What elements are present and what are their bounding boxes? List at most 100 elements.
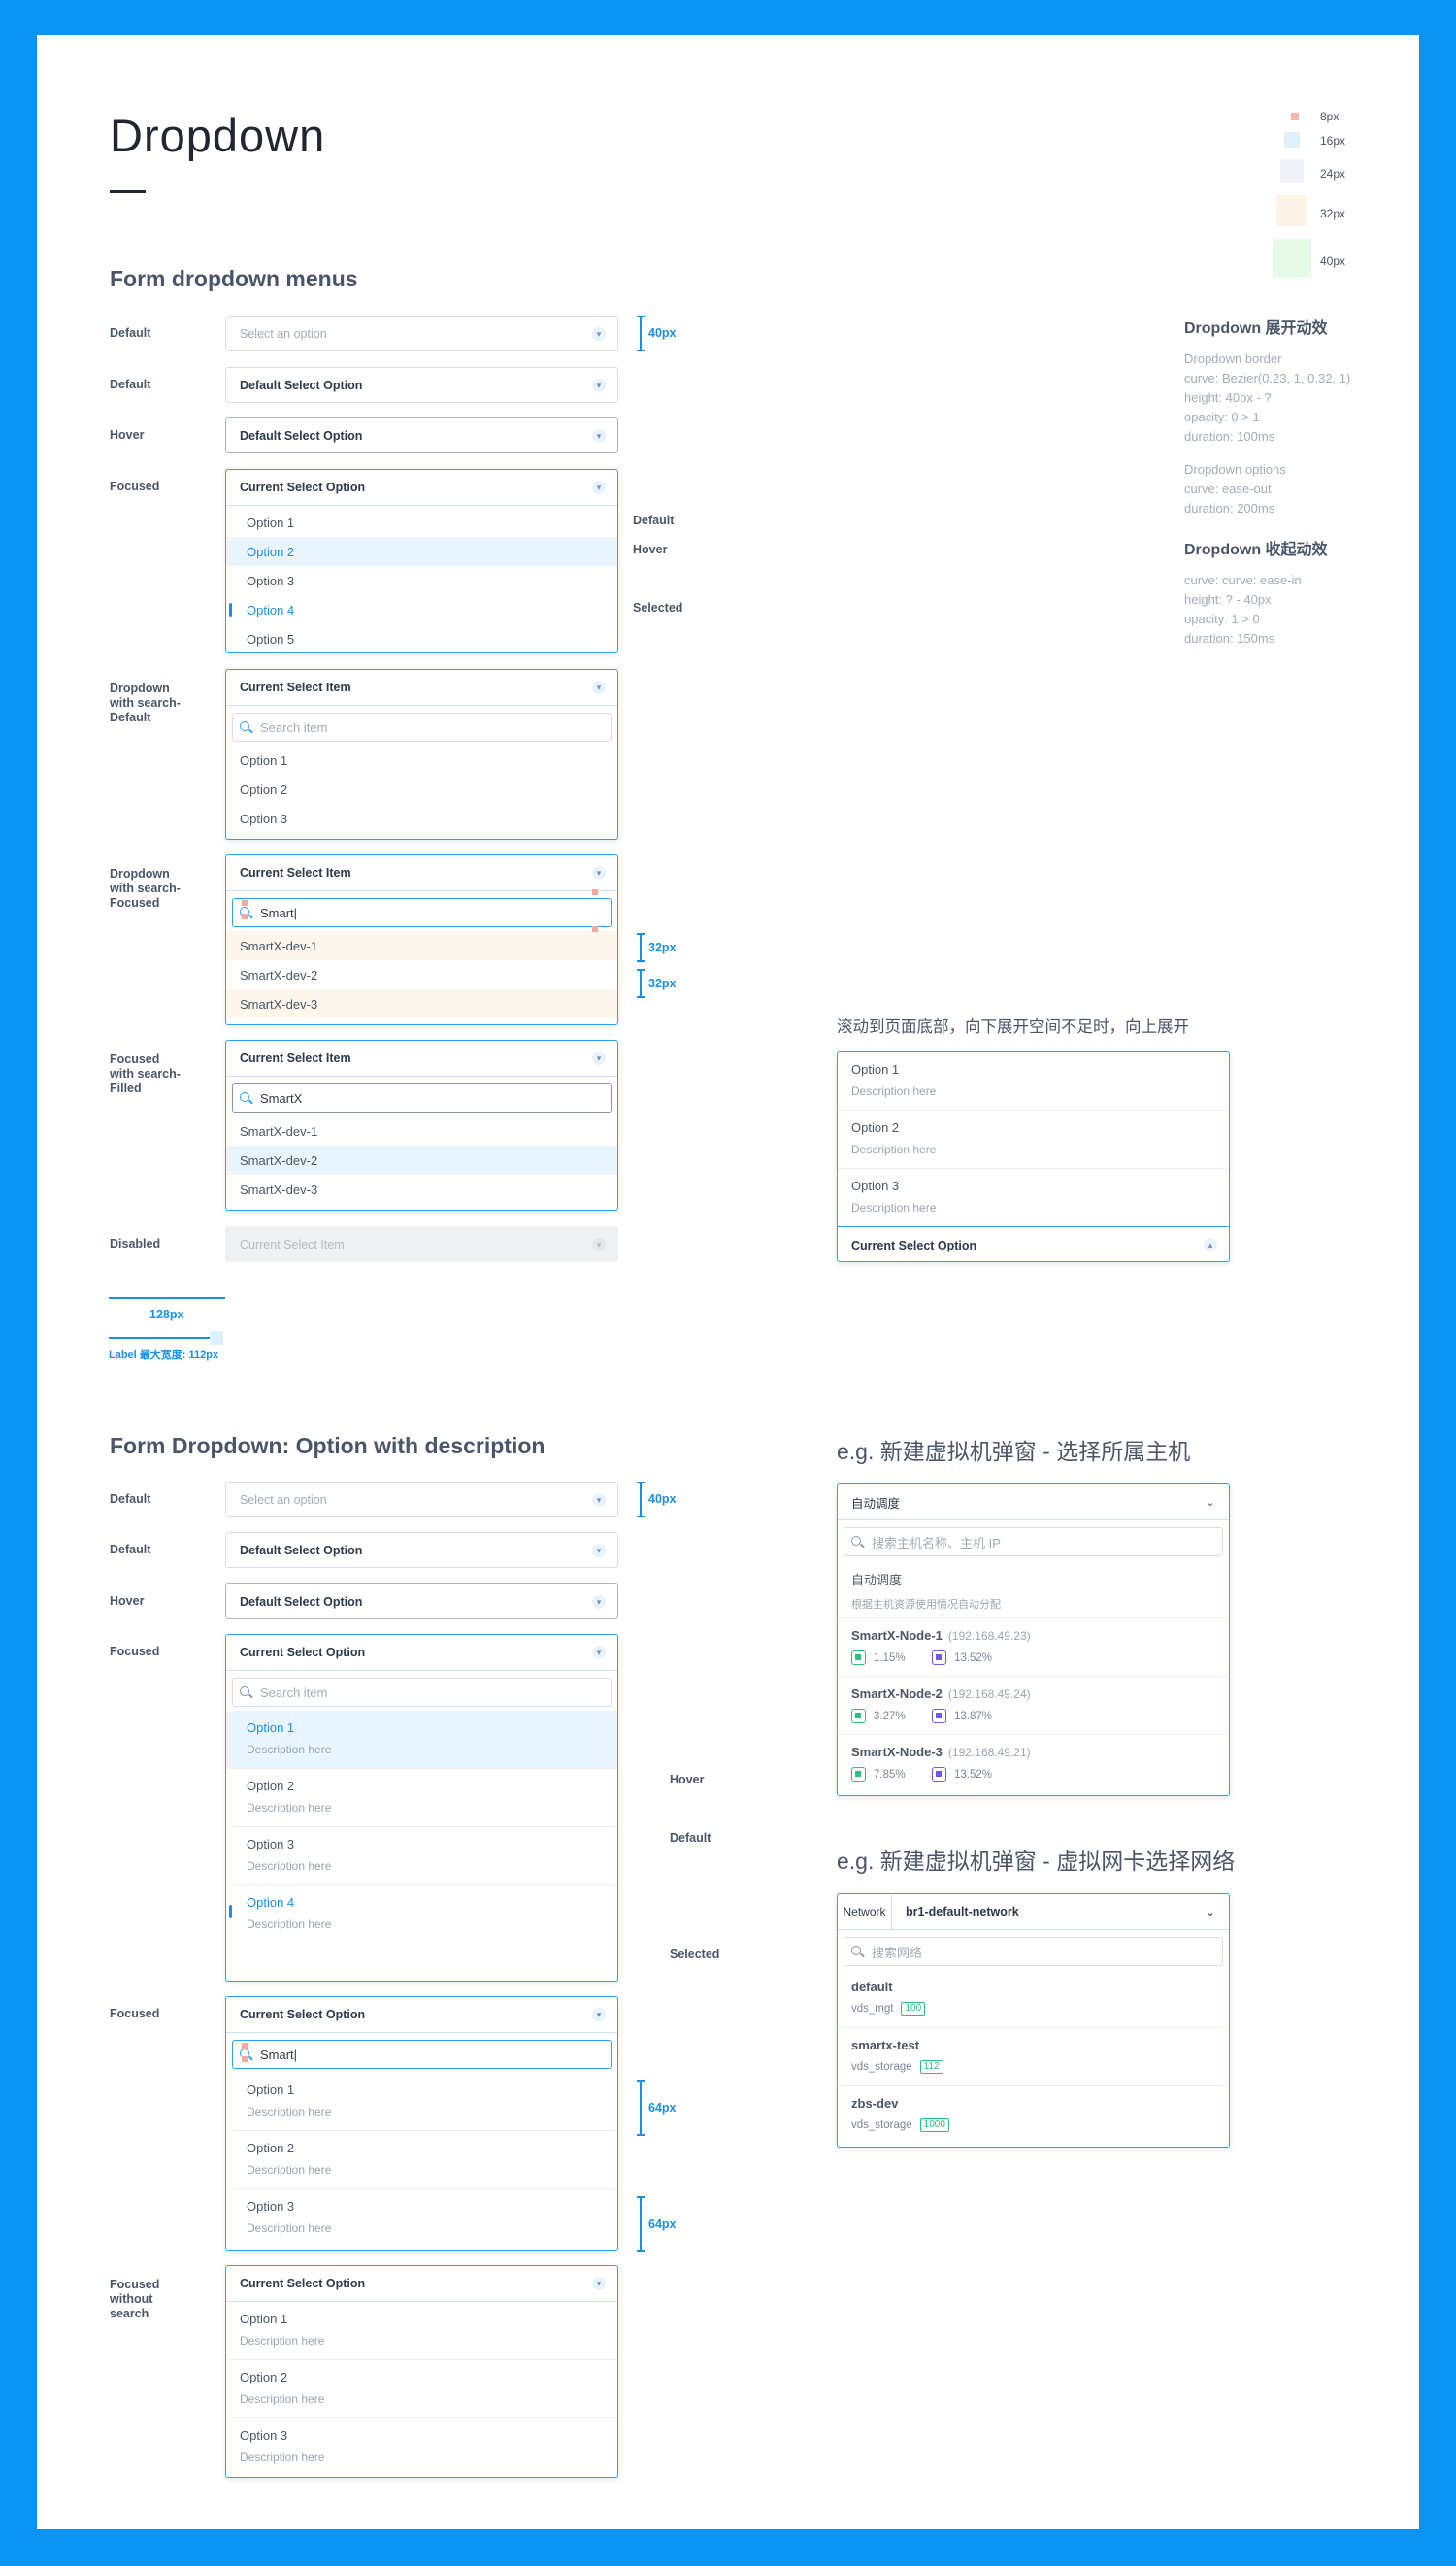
dropdown-focused[interactable]: Current Select Option ▾ Option 1 Option … <box>225 469 618 653</box>
field-value: Current Select Option <box>851 1238 977 1252</box>
option-item[interactable]: Option 2 Description here <box>226 2131 617 2189</box>
option-item[interactable]: Option 5 <box>226 624 617 653</box>
spacing-handle <box>592 889 598 895</box>
network-option[interactable]: smartx-test vds_storage 112 <box>838 2028 1229 2086</box>
upward-note: 滚动到页面底部，向下展开空间不足时，向上展开 <box>837 1018 1189 1036</box>
dropdown-head[interactable]: Current Select Option ▾ <box>226 2266 617 2302</box>
dropdown-head[interactable]: 自动调度 ⌄ <box>838 1484 1229 1520</box>
option-item[interactable]: Option 2 <box>226 775 617 804</box>
option-item-selected[interactable]: Option 4 Description here <box>226 1885 617 1944</box>
option-item[interactable]: Option 1 Description here <box>226 2073 617 2131</box>
dropdown-network[interactable]: Network br1-default-network ⌄ 搜索网络 defau… <box>837 1893 1230 2148</box>
dropdown-default[interactable]: Default Select Option ▾ <box>225 1532 618 1568</box>
option-item[interactable]: SmartX-dev-1 <box>226 931 617 960</box>
host-option-auto[interactable]: 自动调度 根据主机资源使用情况自动分配 <box>838 1560 1229 1618</box>
chevron-down-icon: ▾ <box>592 1238 606 1251</box>
option-item[interactable]: Option 1 <box>226 508 617 537</box>
search-input[interactable]: Smart | <box>232 2040 612 2069</box>
option-item[interactable]: Option 2 Description here <box>226 1769 617 1827</box>
search-input[interactable]: SmartX <box>232 1083 612 1113</box>
option-item-hover[interactable]: Option 1 Description here <box>226 1711 617 1769</box>
option-item[interactable]: Option 2 Description here <box>838 1111 1229 1169</box>
title-underline <box>110 190 146 193</box>
search-input[interactable]: 搜索主机名称、主机 IP <box>844 1527 1223 1556</box>
option-item[interactable]: Option 1 Description here <box>838 1052 1229 1111</box>
search-input[interactable]: Search item <box>232 1678 612 1707</box>
option-item[interactable]: Option 3 Description here <box>226 2418 617 2477</box>
option-item[interactable]: Option 3 <box>226 566 617 595</box>
option-item[interactable]: SmartX-dev-3 <box>226 1175 617 1204</box>
dropdown-hover[interactable]: Default Select Option ▾ <box>225 417 618 453</box>
legend-label-16: 16px <box>1320 134 1346 148</box>
chevron-down-icon: ▾ <box>592 2008 606 2021</box>
search-input[interactable]: Search item <box>232 713 612 742</box>
option-item[interactable]: Option 3 Description here <box>838 1169 1229 1227</box>
option-item[interactable]: Option 3 Description here <box>226 2189 617 2248</box>
cpu-icon <box>851 1709 866 1723</box>
search-input[interactable]: 搜索网络 <box>844 1937 1223 1966</box>
chevron-up-icon: ▴ <box>1204 1238 1217 1251</box>
field-value: Current Select Item <box>240 1237 345 1251</box>
chevron-down-icon: ▾ <box>592 1051 606 1065</box>
option-item-selected[interactable]: Option 4 <box>226 595 617 624</box>
dropdown-head[interactable]: Current Select Option ▾ <box>226 470 617 506</box>
dropdown-search-filled[interactable]: Current Select Item ▾ SmartX SmartX-dev-… <box>225 1040 618 1211</box>
note-line: Dropdown border <box>1184 351 1282 366</box>
dropdown-default[interactable]: Default Select Option ▾ <box>225 367 618 403</box>
section2-title: Form Dropdown: Option with description <box>110 1433 546 1458</box>
option-item[interactable]: SmartX-dev-1 <box>226 1116 617 1146</box>
network-option[interactable]: default vds_mgt 100 <box>838 1970 1229 2028</box>
dropdown-head[interactable]: Current Select Option ▾ <box>226 1635 617 1671</box>
label-max-width: Label 最大宽度: 112px <box>109 1350 219 1361</box>
dropdown-hover[interactable]: Default Select Option ▾ <box>225 1583 618 1619</box>
note-line: height: 40px - ? <box>1184 390 1272 405</box>
chevron-down-icon: ⌄ <box>1206 1906 1215 1918</box>
dropdown-head[interactable]: Current Select Option ▴ <box>838 1227 1229 1263</box>
option-item-hover[interactable]: SmartX-dev-2 <box>226 1146 617 1175</box>
dropdown-head[interactable]: Current Select Item ▾ <box>226 855 617 891</box>
option-item[interactable]: Option 3 Description here <box>226 1827 617 1885</box>
vlan-badge: 1000 <box>919 2118 949 2132</box>
label-without-search: Focused without search <box>110 2278 160 2320</box>
option-item[interactable]: SmartX-dev-2 <box>226 960 617 989</box>
measure-32 <box>637 933 645 962</box>
host-option[interactable]: SmartX-Node-2 (192.168.49.24) 3.27% 13.87% <box>838 1677 1229 1735</box>
measure-64-label: 64px <box>648 2101 677 2115</box>
dropdown-search-default[interactable]: Current Select Item ▾ Search item Option… <box>225 669 618 840</box>
field-value: Default Select Option <box>240 428 363 443</box>
field-value: Current Select Item <box>240 866 351 880</box>
dropdown-search-focused[interactable]: Current Select Item ▾ Smart | SmartX-dev-… <box>225 854 618 1025</box>
dropdown-upward[interactable]: Option 1 Description here Option 2 Descrip… <box>837 1051 1230 1262</box>
option-item-hover[interactable]: Option 2 <box>226 537 617 566</box>
option-item[interactable]: SmartX-dev-3 <box>226 989 617 1018</box>
state-label-selected: Selected <box>633 601 683 615</box>
option-item[interactable]: Option 1 <box>226 746 617 775</box>
dropdown-head[interactable]: Network br1-default-network ⌄ <box>838 1894 1229 1930</box>
option-item[interactable]: Option 1 Description here <box>226 2302 617 2360</box>
dropdown-without-search[interactable]: Current Select Option ▾ Option 1 Descript… <box>225 2265 618 2478</box>
dropdown-focused-typed[interactable]: Current Select Option ▾ Smart | Option 1D… <box>225 1996 618 2251</box>
dropdown-head[interactable]: Current Select Item ▾ <box>226 1041 617 1077</box>
option-item[interactable]: Option 2 Description here <box>226 2360 617 2418</box>
dropdown-head[interactable]: Current Select Option ▾ <box>226 1997 617 2033</box>
host-option[interactable]: SmartX-Node-1 (192.168.49.23) 1.15% 13.52% <box>838 1618 1229 1677</box>
note-line: Dropdown options <box>1184 462 1286 477</box>
dropdown-default-placeholder[interactable]: Select an option ▾ <box>225 1482 618 1517</box>
dropdown-disabled: Current Select Item ▾ <box>225 1226 618 1262</box>
selected-indicator <box>229 1905 232 1918</box>
host-option[interactable]: SmartX-Node-3 (192.168.49.21) 7.85% 13.52% <box>838 1735 1229 1793</box>
field-value: Current Select Option <box>240 1646 366 1659</box>
note-line: curve: Bezier(0.23, 1, 0.32, 1) <box>1184 371 1351 385</box>
dropdown-host[interactable]: 自动调度 ⌄ 搜索主机名称、主机 IP 自动调度 根据主机资源使用情况自动分配 … <box>837 1483 1230 1796</box>
dropdown-head[interactable]: Current Select Item ▾ <box>226 670 617 706</box>
legend-swatch-40 <box>1273 239 1311 278</box>
note-line: curve: curve: ease-in <box>1184 573 1302 587</box>
dropdown-default-placeholder[interactable]: Select an option ▾ <box>225 316 618 351</box>
note-line: opacity: 0 > 1 <box>1184 410 1260 424</box>
network-option[interactable]: zbs-dev vds_storage 1000 <box>838 2086 1229 2145</box>
search-input[interactable]: Smart | <box>232 898 612 927</box>
label-default: Default <box>110 1492 151 1506</box>
dropdown-focused-description[interactable]: Current Select Option ▾ Search item Opti… <box>225 1634 618 1982</box>
option-item[interactable]: Option 3 <box>226 804 617 833</box>
label-search-default: Dropdown with search- Default <box>110 682 181 724</box>
